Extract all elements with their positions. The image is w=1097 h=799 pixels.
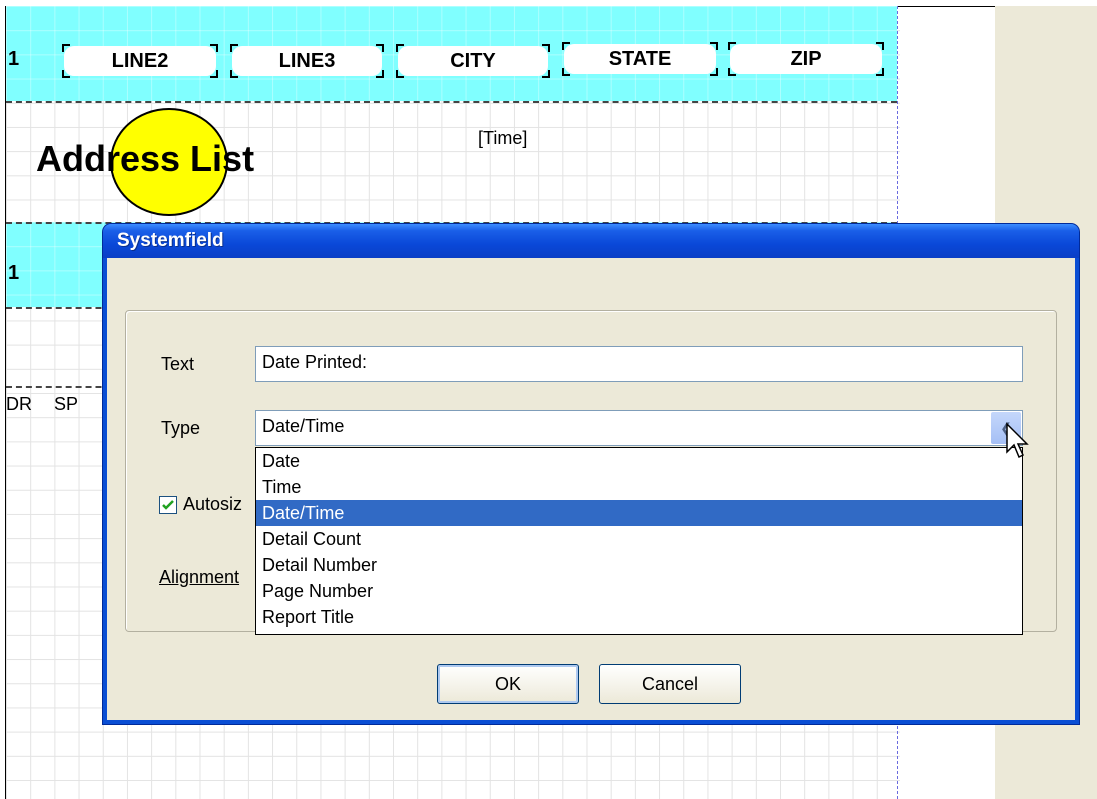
text-label: Text (161, 354, 195, 374)
dialog-body: Text Date Printed: Type Date/Time ❮ Auto… (107, 258, 1075, 720)
footer-field-partial[interactable]: DR SP (6, 394, 78, 415)
detail-field-partial[interactable]: 1 (8, 262, 19, 285)
time-field[interactable]: [Time] (478, 128, 527, 149)
type-option-report-title[interactable]: Report Title (256, 604, 1022, 630)
footer-field-dr: DR (6, 394, 32, 414)
field-line1-partial[interactable]: 1 (8, 48, 19, 71)
type-option-date[interactable]: Date (256, 448, 1022, 474)
field-line3[interactable]: LINE3 (230, 44, 384, 78)
footer-field-sp: SP (54, 394, 79, 414)
type-select-value: Date/Time (262, 416, 345, 436)
systemfield-dialog: Systemfield Text Date Printed: Type Date… (103, 224, 1079, 724)
field-zip[interactable]: ZIP (728, 42, 884, 76)
field-zip-label: ZIP (790, 47, 822, 70)
type-option-datetime[interactable]: Date/Time (256, 500, 1022, 526)
type-option-time[interactable]: Time (256, 474, 1022, 500)
report-title[interactable]: Address List (36, 138, 254, 180)
dialog-title-bar[interactable]: Systemfield (103, 224, 1079, 258)
type-label: Type (161, 418, 201, 438)
cancel-button[interactable]: Cancel (599, 664, 741, 704)
type-dropdown-list[interactable]: Date Time Date/Time Detail Count Detail … (255, 447, 1023, 635)
autosize-label: Autosiz (183, 494, 243, 514)
field-city[interactable]: CITY (396, 44, 550, 78)
field-state[interactable]: STATE (562, 42, 718, 76)
text-input[interactable]: Date Printed: (255, 346, 1023, 382)
checkmark-icon (162, 500, 174, 510)
type-option-detail-number[interactable]: Detail Number (256, 552, 1022, 578)
type-option-detail-count[interactable]: Detail Count (256, 526, 1022, 552)
dialog-title: Systemfield (117, 230, 224, 251)
mouse-pointer-icon (1006, 422, 1029, 459)
band-separator (6, 101, 897, 103)
field-line2[interactable]: LINE2 (62, 44, 218, 78)
field-line3-label: LINE3 (278, 49, 336, 72)
type-option-page-number[interactable]: Page Number (256, 578, 1022, 604)
field-city-label: CITY (450, 49, 496, 72)
type-select[interactable]: Date/Time ❮ (255, 410, 1023, 446)
field-state-label: STATE (608, 47, 672, 70)
ok-button[interactable]: OK (437, 664, 579, 704)
autosize-checkbox[interactable] (159, 496, 177, 514)
alignment-label: Alignment (159, 567, 240, 587)
field-line2-label: LINE2 (111, 49, 169, 72)
